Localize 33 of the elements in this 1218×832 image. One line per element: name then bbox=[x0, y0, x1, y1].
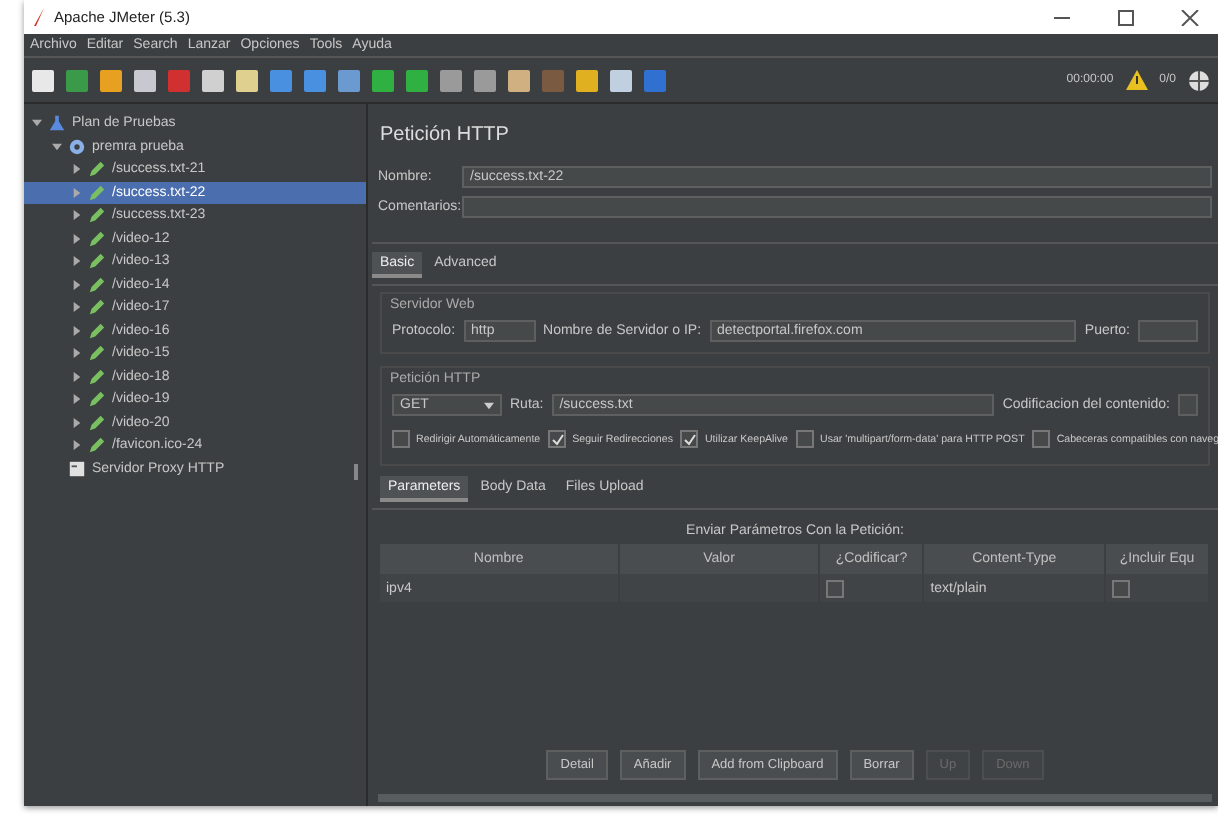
checkbox[interactable] bbox=[392, 430, 410, 448]
checkbox[interactable] bbox=[826, 579, 845, 597]
expand-arrow-icon[interactable] bbox=[72, 394, 82, 405]
expand-arrow-icon[interactable] bbox=[72, 325, 82, 336]
dropdown-arrow-icon[interactable] bbox=[484, 401, 494, 409]
expand-arrow-icon[interactable] bbox=[72, 210, 82, 221]
checkbox[interactable] bbox=[1111, 579, 1130, 597]
expand-arrow-icon[interactable] bbox=[72, 233, 82, 244]
flask-icon bbox=[48, 114, 66, 133]
warning-icon[interactable] bbox=[1125, 70, 1148, 90]
expand-arrow-icon[interactable] bbox=[72, 279, 82, 290]
expand-arrow-icon[interactable] bbox=[72, 302, 82, 313]
collapse-arrow-icon[interactable] bbox=[32, 118, 42, 129]
checkbox[interactable] bbox=[680, 430, 699, 448]
checkbox[interactable] bbox=[548, 430, 567, 448]
gear-icon bbox=[68, 137, 86, 156]
feather-icon bbox=[32, 8, 46, 26]
checkbox[interactable] bbox=[1032, 430, 1051, 448]
panel-title: Petición HTTP bbox=[378, 122, 511, 150]
expand-arrow-icon[interactable] bbox=[72, 371, 82, 382]
globe-icon[interactable] bbox=[1188, 69, 1210, 91]
splitter-handle[interactable] bbox=[354, 464, 358, 480]
expand-arrow-icon[interactable] bbox=[72, 440, 82, 451]
expand-arrow-icon[interactable] bbox=[72, 256, 82, 267]
encoding-field[interactable] bbox=[1178, 394, 1198, 416]
expand-arrow-icon[interactable] bbox=[72, 164, 82, 175]
server-icon bbox=[68, 459, 86, 478]
checkbox[interactable] bbox=[796, 430, 814, 448]
port-field[interactable] bbox=[1138, 320, 1198, 342]
expand-arrow-icon[interactable] bbox=[72, 348, 82, 359]
expand-arrow-icon[interactable] bbox=[72, 417, 82, 428]
comments-field[interactable] bbox=[462, 196, 1212, 218]
collapse-arrow-icon[interactable] bbox=[52, 141, 62, 152]
